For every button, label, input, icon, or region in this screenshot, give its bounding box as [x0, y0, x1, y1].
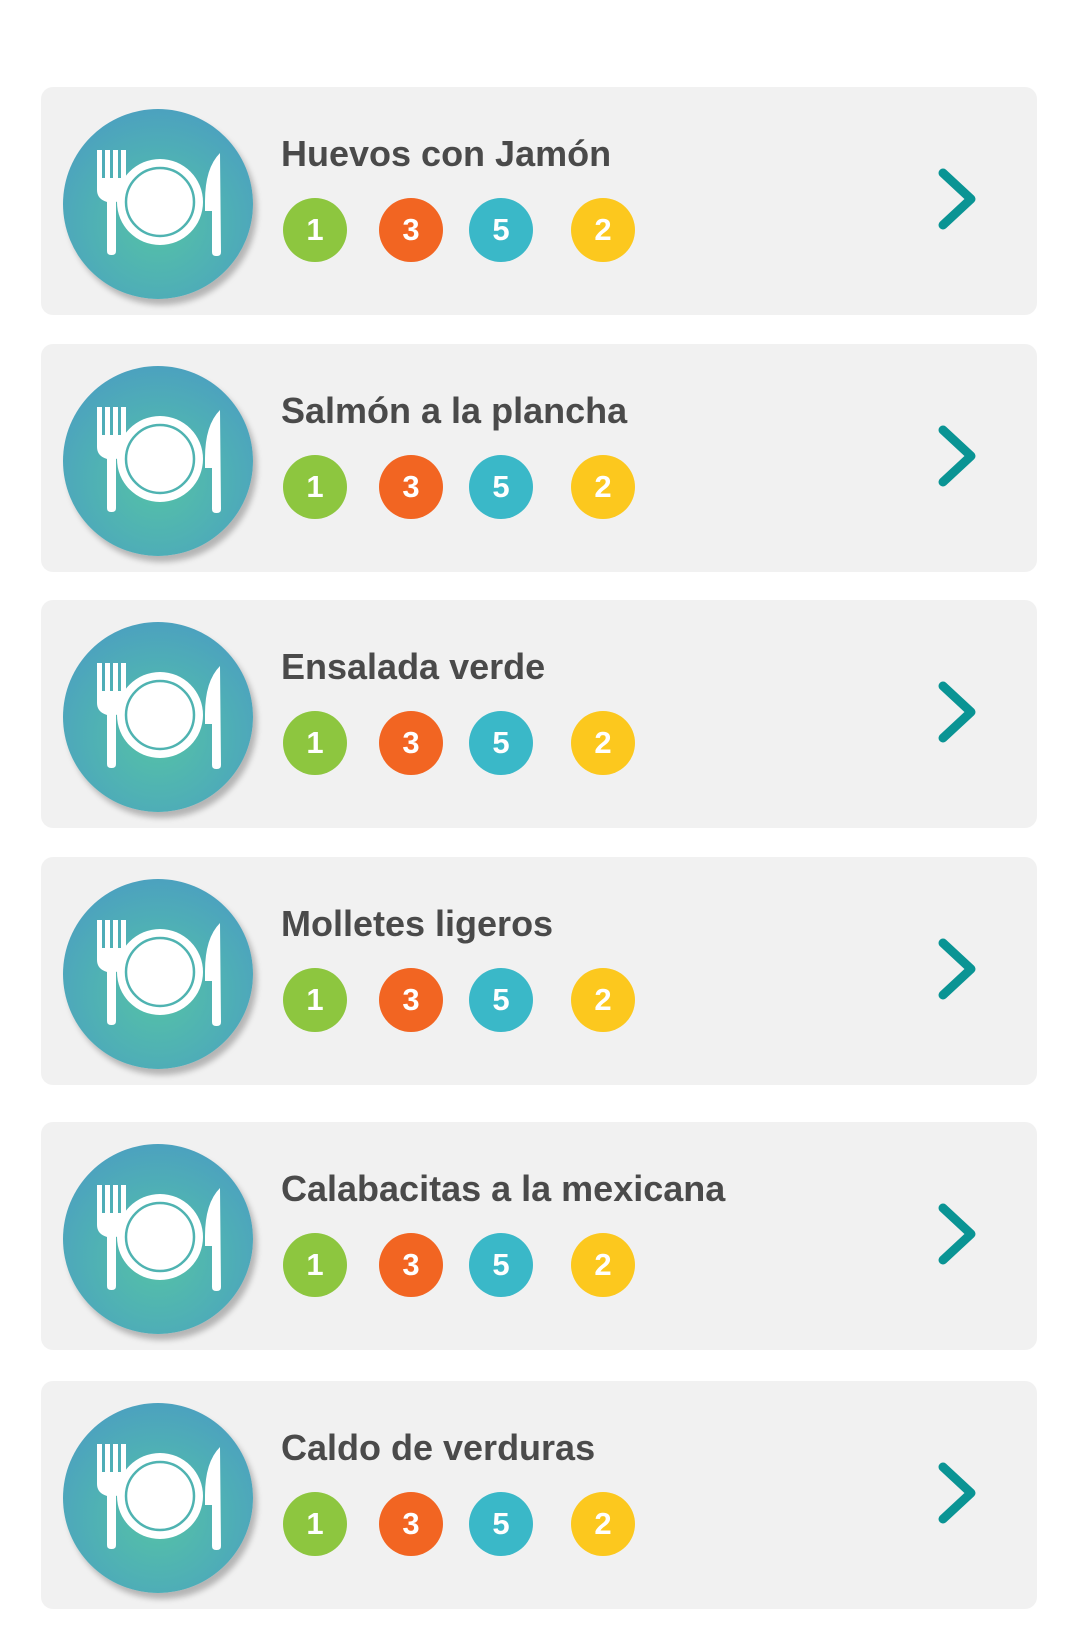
recipe-title: Huevos con Jamón — [281, 133, 612, 174]
badge-yellow: 2 — [571, 711, 635, 775]
chevron-right-icon[interactable] — [933, 1200, 985, 1268]
badge-green: 1 — [283, 1492, 347, 1556]
badge-green: 1 — [283, 968, 347, 1032]
chevron-right-icon[interactable] — [933, 1459, 985, 1527]
chevron-right-icon[interactable] — [933, 165, 985, 233]
chevron-right-icon[interactable] — [933, 422, 985, 490]
badge-blue: 5 — [469, 1492, 533, 1556]
badge-blue: 5 — [469, 1233, 533, 1297]
chevron-right-icon[interactable] — [933, 678, 985, 746]
badge-blue: 5 — [469, 968, 533, 1032]
badge-orange: 3 — [379, 455, 443, 519]
badge-yellow: 2 — [571, 198, 635, 262]
plate-fork-knife-icon — [63, 622, 253, 812]
badge-orange: 3 — [379, 711, 443, 775]
badge-green: 1 — [283, 1233, 347, 1297]
badge-yellow: 2 — [571, 1492, 635, 1556]
recipe-title: Molletes ligeros — [281, 903, 554, 944]
recipe-title: Ensalada verde — [281, 646, 546, 687]
badge-green: 1 — [283, 455, 347, 519]
badge-green: 1 — [283, 711, 347, 775]
plate-fork-knife-icon — [63, 109, 253, 299]
plate-fork-knife-icon — [63, 1144, 253, 1334]
recipe-card-caldo-de-verduras[interactable]: Caldo de verduras 1 3 5 2 — [41, 1381, 1037, 1609]
badge-orange: 3 — [379, 198, 443, 262]
badge-orange: 3 — [379, 1492, 443, 1556]
recipe-title: Caldo de verduras — [281, 1427, 596, 1468]
badge-blue: 5 — [469, 198, 533, 262]
plate-fork-knife-icon — [63, 366, 253, 556]
recipe-title: Calabacitas a la mexicana — [281, 1168, 726, 1209]
badge-green: 1 — [283, 198, 347, 262]
recipe-card-salmon-a-la-plancha[interactable]: Salmón a la plancha 1 3 5 2 — [41, 344, 1037, 572]
recipe-title: Salmón a la plancha — [281, 390, 628, 431]
badge-orange: 3 — [379, 968, 443, 1032]
plate-fork-knife-icon — [63, 1403, 253, 1593]
badge-yellow: 2 — [571, 968, 635, 1032]
recipe-card-molletes-ligeros[interactable]: Molletes ligeros 1 3 5 2 — [41, 857, 1037, 1085]
recipe-card-huevos-con-jamon[interactable]: Huevos con Jamón 1 3 5 2 — [41, 87, 1037, 315]
recipe-card-ensalada-verde[interactable]: Ensalada verde 1 3 5 2 — [41, 600, 1037, 828]
badge-blue: 5 — [469, 455, 533, 519]
badge-blue: 5 — [469, 711, 533, 775]
badge-yellow: 2 — [571, 455, 635, 519]
recipe-card-calabacitas-a-la-mexicana[interactable]: Calabacitas a la mexicana 1 3 5 2 — [41, 1122, 1037, 1350]
badge-yellow: 2 — [571, 1233, 635, 1297]
chevron-right-icon[interactable] — [933, 935, 985, 1003]
badge-orange: 3 — [379, 1233, 443, 1297]
plate-fork-knife-icon — [63, 879, 253, 1069]
